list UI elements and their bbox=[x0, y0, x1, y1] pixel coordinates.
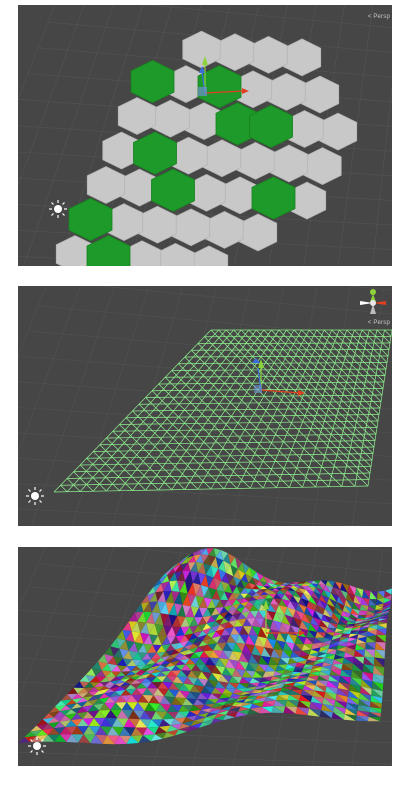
persp-label[interactable]: < Persp bbox=[368, 14, 390, 20]
grey-hex-tile bbox=[189, 245, 229, 266]
terrain-viewport[interactable] bbox=[18, 547, 392, 766]
floor-grid-line bbox=[18, 508, 370, 526]
green-hex-tile bbox=[251, 176, 296, 220]
grey-hex-tile bbox=[267, 73, 306, 111]
wire-edge bbox=[184, 329, 287, 490]
floor-grid-line bbox=[146, 5, 392, 28]
floor-grid-line bbox=[18, 751, 392, 765]
green-hex-tile bbox=[133, 131, 177, 175]
green-hex-tile bbox=[151, 168, 195, 212]
green-hex-tile bbox=[68, 197, 113, 242]
sun-icon bbox=[49, 200, 67, 218]
grey-hex-tile bbox=[269, 144, 309, 183]
grey-hex-tile bbox=[236, 142, 275, 180]
wire-edge bbox=[112, 431, 172, 490]
wire-edge bbox=[151, 390, 251, 489]
wire-edge bbox=[204, 336, 356, 487]
wire-edge bbox=[369, 329, 390, 350]
wire-edge bbox=[99, 444, 146, 491]
grey-hex-tile bbox=[249, 35, 288, 74]
wire-edge bbox=[384, 329, 392, 337]
grey-hex-tile bbox=[151, 99, 190, 138]
scene-gizmo-icon[interactable] bbox=[356, 286, 390, 320]
persp-label[interactable]: < Persp bbox=[368, 320, 390, 326]
grey-hex-tile bbox=[156, 242, 195, 266]
grey-hex-tile bbox=[117, 97, 157, 135]
grey-hex-tile bbox=[205, 211, 244, 249]
wire-edge bbox=[132, 329, 257, 491]
green-hex-tile bbox=[130, 59, 175, 104]
hex-grid-scene bbox=[18, 5, 392, 266]
move-gizmo-icon[interactable] bbox=[252, 358, 305, 396]
terrain-scene bbox=[18, 547, 392, 766]
wire-edge bbox=[233, 329, 372, 467]
floor-grid-line bbox=[391, 760, 392, 766]
sun-icon bbox=[26, 487, 44, 505]
grey-hex-tile bbox=[303, 147, 342, 185]
floor-grid-line bbox=[18, 432, 392, 457]
floor-grid-line bbox=[96, 286, 392, 315]
wire-edge bbox=[225, 329, 371, 474]
wire-edge bbox=[125, 417, 199, 490]
wireframe-scene bbox=[18, 286, 392, 526]
floor-grid-line bbox=[372, 84, 392, 266]
grey-hex-tile bbox=[282, 38, 322, 77]
grey-hex-tile bbox=[86, 166, 126, 204]
hex-grid-viewport[interactable]: < Persp bbox=[18, 5, 392, 266]
sun-icon bbox=[28, 737, 46, 755]
wireframe-viewport[interactable]: < Persp bbox=[18, 286, 392, 526]
grey-hex-tile bbox=[300, 75, 340, 114]
grey-hex-tile bbox=[238, 213, 278, 252]
wire-edge bbox=[119, 329, 249, 491]
grey-hex-tile bbox=[318, 112, 358, 151]
wire-edge bbox=[308, 329, 382, 402]
floor-grid-line bbox=[312, 286, 351, 526]
wire-edge bbox=[106, 329, 242, 492]
floor-grid-line bbox=[347, 286, 392, 291]
floor-grid-line bbox=[232, 286, 285, 526]
grey-hex-tile bbox=[202, 139, 242, 178]
